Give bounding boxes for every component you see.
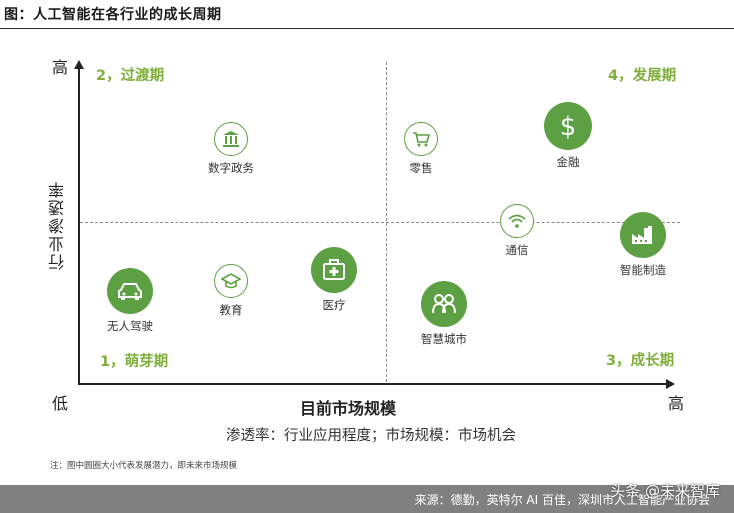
node-label: 教育 xyxy=(219,303,243,317)
y-axis-arrow xyxy=(74,60,84,69)
x-axis-arrow xyxy=(666,379,675,389)
node-label: 零售 xyxy=(409,161,433,175)
page-title: 图：人工智能在各行业的成长周期 xyxy=(4,7,222,23)
node-finance: $ 金融 xyxy=(538,102,598,170)
title-divider xyxy=(0,28,734,29)
node-label: 无人驾驶 xyxy=(107,319,153,333)
node-label: 通信 xyxy=(505,243,529,257)
y-axis-line xyxy=(78,66,80,384)
cart-icon xyxy=(404,122,438,156)
y-axis-label: 行业渗透率 xyxy=(48,180,67,270)
footnote: 注：图中圆圈大小代表发展潜力，即未来市场规模 xyxy=(50,461,238,471)
medical-kit-icon xyxy=(311,247,357,293)
quadrant-label-growth: 3，成长期 xyxy=(606,353,675,369)
quadrant-label-emerging: 1，萌芽期 xyxy=(100,354,169,370)
x-axis-label: 目前市场规模 xyxy=(300,399,397,418)
factory-icon xyxy=(620,212,666,258)
node-label: 金融 xyxy=(556,155,580,169)
quadrant-label-transition: 2，过渡期 xyxy=(96,68,165,84)
node-digital-gov: 数字政务 xyxy=(200,122,262,176)
horizontal-divider xyxy=(80,222,680,223)
node-label: 智能制造 xyxy=(620,263,666,277)
y-axis-high: 高 xyxy=(52,58,69,77)
graduation-cap-icon xyxy=(214,264,248,298)
quadrant-label-development: 4，发展期 xyxy=(608,68,677,84)
node-smart-city: 智慧城市 xyxy=(414,281,474,347)
car-icon xyxy=(107,268,153,314)
node-label: 数字政务 xyxy=(208,161,254,175)
people-icon xyxy=(421,281,467,327)
dollar-icon: $ xyxy=(544,102,592,150)
svg-text:$: $ xyxy=(560,112,577,140)
watermark: 头条 @未来智库 xyxy=(610,482,720,500)
node-label: 医疗 xyxy=(322,298,346,312)
node-label: 智慧城市 xyxy=(421,332,467,346)
x-axis-high: 高 xyxy=(668,394,685,413)
bank-icon xyxy=(214,122,248,156)
node-autonomous: 无人驾驶 xyxy=(98,268,162,334)
wifi-icon xyxy=(500,204,534,238)
node-retail: 零售 xyxy=(394,122,448,176)
node-telecom: 通信 xyxy=(490,204,544,258)
y-axis-low: 低 xyxy=(52,394,69,413)
node-healthcare: 医疗 xyxy=(308,247,360,313)
x-axis-line xyxy=(78,383,668,385)
node-education: 教育 xyxy=(204,264,258,318)
axis-definition-note: 渗透率：行业应用程度；市场规模：市场机会 xyxy=(226,428,516,444)
node-manufacturing: 智能制造 xyxy=(610,212,676,278)
